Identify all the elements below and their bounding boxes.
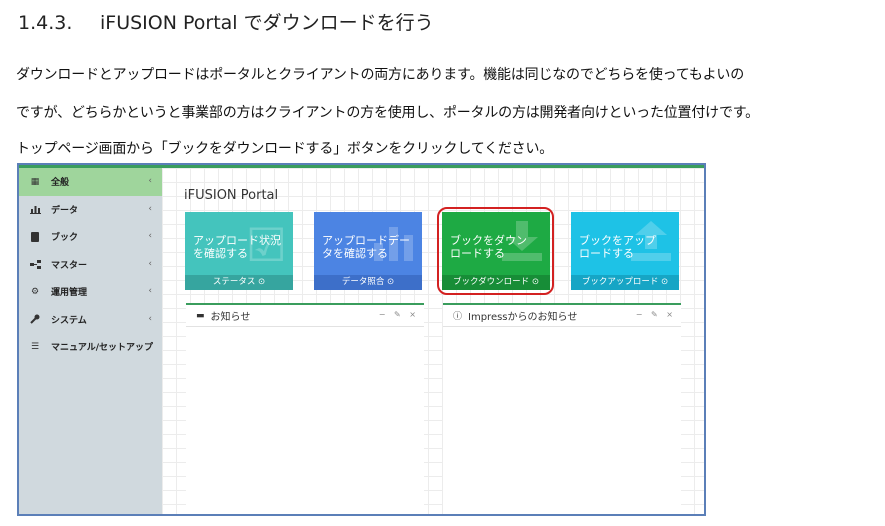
paragraph-line-2: ですが、どちらかというと事業部の方はクライアントの方を使用し、ポータルの方は開発…: [16, 105, 759, 121]
book-icon: [29, 231, 41, 242]
sidebar-item-data[interactable]: データ ‹: [19, 196, 162, 224]
sidebar-item-master[interactable]: マスター ‹: [19, 251, 162, 279]
tile-upload-data[interactable]: アップロードデー タを確認する データ照合 ⊙: [314, 212, 422, 290]
panel-controls[interactable]: − ✎ ×: [636, 310, 673, 319]
chevron-left-icon: ‹: [148, 203, 152, 214]
chevron-left-icon: ‹: [148, 286, 152, 296]
sitemap-icon: [29, 259, 41, 269]
sidebar-item-label: 全般: [51, 178, 70, 189]
highlight-box: [437, 207, 554, 295]
tile-footer-link[interactable]: ステータス ⊙: [185, 275, 293, 290]
panel-title: Impressからのお知らせ: [468, 312, 578, 323]
paragraph-line-1: ダウンロードとアップロードはポータルとクライアントの両方にあります。機能は同じな…: [16, 67, 745, 83]
chevron-left-icon: ‹: [148, 176, 152, 186]
tile-label-line-2: タを確認する: [322, 247, 388, 260]
sidebar-item-label: マニュアル/セットアップ: [51, 343, 154, 354]
info-icon: ⓘ: [453, 312, 463, 322]
paragraph-line-3: トップページ画面から「ブックをダウンロードする」ボタンをクリックしてください。: [16, 141, 554, 157]
panel-controls[interactable]: − ✎ ×: [379, 310, 416, 319]
section-heading: 1.4.3. iFUSION Portal でダウンロードを行う: [18, 8, 434, 35]
portal-main-area: iFUSION Portal ☑ アップロード状況 を確認する ステータス ⊙ …: [162, 168, 704, 514]
cogs-icon: ⚙: [30, 286, 40, 297]
sidebar-item-system[interactable]: システム ‹: [19, 306, 162, 334]
wrench-icon: [29, 314, 41, 324]
sidebar-item-label: データ: [51, 205, 79, 216]
sidebar-item-general[interactable]: ▦ 全般 ‹: [19, 168, 162, 196]
sidebar-item-label: マスター: [51, 260, 88, 271]
chevron-left-icon: ‹: [148, 258, 152, 269]
portal-screenshot: ▦ 全般 ‹ データ ‹ ブック ‹ マスター ‹ ⚙ 運用管理 ‹ システム …: [17, 163, 706, 516]
panel-title: お知らせ: [210, 312, 251, 323]
tile-label: アップロード状況 を確認する: [193, 234, 281, 260]
portal-title: iFUSION Portal: [184, 188, 279, 203]
list-icon: ☰: [30, 341, 40, 352]
sidebar: ▦ 全般 ‹ データ ‹ ブック ‹ マスター ‹ ⚙ 運用管理 ‹ システム …: [19, 168, 162, 514]
sidebar-item-operations[interactable]: ⚙ 運用管理 ‹: [19, 278, 162, 306]
tile-book-upload[interactable]: ブックをアップ ロードする ブックアップロード ⊙: [571, 212, 679, 290]
tile-label: ブックをアップ ロードする: [579, 234, 656, 260]
comment-icon: ▬: [196, 310, 205, 321]
tile-label-line-2: を確認する: [193, 247, 248, 260]
sidebar-item-book[interactable]: ブック ‹: [19, 223, 162, 251]
grid-icon: ▦: [30, 176, 40, 187]
tile-footer-link[interactable]: データ照合 ⊙: [314, 275, 422, 290]
sidebar-item-label: システム: [51, 315, 87, 326]
panel-notices: ▬ お知らせ − ✎ ×: [186, 303, 424, 514]
panel-impress-notices: ⓘ Impressからのお知らせ − ✎ ×: [443, 303, 681, 514]
section-title: iFUSION Portal でダウンロードを行う: [100, 12, 434, 34]
tile-footer-link[interactable]: ブックアップロード ⊙: [571, 275, 679, 290]
panel-header: ⓘ Impressからのお知らせ − ✎ ×: [443, 305, 681, 327]
sidebar-item-label: ブック: [51, 233, 79, 244]
sidebar-item-manual-setup[interactable]: ☰ マニュアル/セットアップ: [19, 333, 162, 361]
tile-label-line-1: アップロード状況: [193, 234, 281, 247]
tile-label-line-1: アップロードデー: [322, 234, 410, 247]
tile-label: アップロードデー タを確認する: [322, 234, 410, 260]
section-number: 1.4.3.: [18, 12, 73, 34]
tile-label-line-1: ブックをアップ: [579, 234, 656, 247]
chevron-left-icon: ‹: [148, 313, 152, 324]
panel-header: ▬ お知らせ − ✎ ×: [186, 305, 424, 327]
tile-label-line-2: ロードする: [579, 247, 634, 260]
bar-chart-icon: [29, 204, 41, 214]
sidebar-item-label: 運用管理: [51, 288, 88, 299]
chevron-left-icon: ‹: [148, 231, 152, 241]
tile-upload-status[interactable]: ☑ アップロード状況 を確認する ステータス ⊙: [185, 212, 293, 290]
